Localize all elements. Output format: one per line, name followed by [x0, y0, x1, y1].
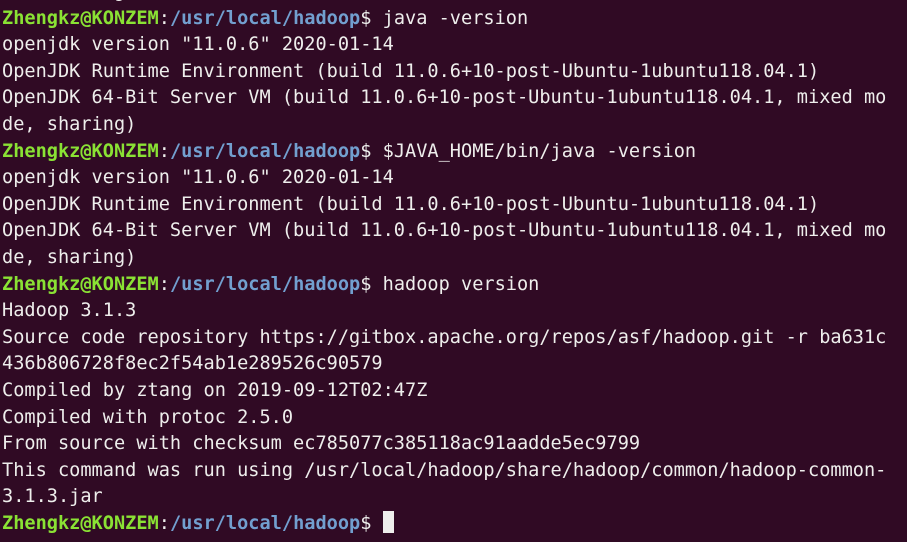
- command-text: $JAVA_HOME/bin/java -version: [382, 140, 697, 162]
- command-text: hadoop version: [382, 273, 540, 295]
- prompt-user-host: Zhengkz@KONZEM: [2, 273, 159, 295]
- output-text: From source with checksum ec785077c38511…: [2, 433, 641, 455]
- output-line: 3.1.3.jar: [2, 484, 907, 511]
- output-line: OpenJDK 64-Bit Server VM (build 11.0.6+1…: [2, 218, 907, 245]
- output-text: OpenJDK 64-Bit Server VM (build 11.0.6+1…: [2, 87, 887, 109]
- output-text: openjdk version "11.0.6" 2020-01-14: [2, 167, 394, 189]
- output-line: openjdk version "11.0.6" 2020-01-14: [2, 165, 907, 192]
- prompt-separator: :: [158, 140, 170, 162]
- prompt-symbol: $: [360, 512, 383, 534]
- prompt-separator: :: [158, 273, 170, 295]
- cursor[interactable]: [382, 510, 394, 533]
- prompt-separator: :: [158, 7, 170, 29]
- prompt-user-host: Zhengkz@KONZEM: [2, 512, 159, 534]
- output-line: OpenJDK Runtime Environment (build 11.0.…: [2, 192, 907, 219]
- prompt-separator: :: [158, 512, 170, 534]
- output-line: openjdk version "11.0.6" 2020-01-14: [2, 32, 907, 59]
- prompt-path: /usr/local/hadoop: [169, 7, 361, 29]
- output-text: Compiled with protoc 2.5.0: [2, 406, 294, 428]
- output-line: This command was run using /usr/local/ha…: [2, 458, 907, 485]
- output-text: openjdk version "11.0.6" 2020-01-14: [2, 34, 394, 56]
- output-text: OpenJDK 64-Bit Server VM (build 11.0.6+1…: [2, 220, 887, 242]
- output-line: de, sharing): [2, 112, 907, 139]
- output-line: Source code repository https://gitbox.ap…: [2, 325, 907, 352]
- prompt-path: /usr/local/hadoop: [169, 273, 361, 295]
- output-line: From source with checksum ec785077c38511…: [2, 431, 907, 458]
- prompt-user-host: Zhengkz@KONZEM: [2, 7, 159, 29]
- output-text: Hadoop 3.1.3: [2, 300, 137, 322]
- output-line: Compiled with protoc 2.5.0: [2, 405, 907, 432]
- output-line: 436b806728f8ec2f54ab1e289526c90579: [2, 351, 907, 378]
- prompt-symbol: $: [360, 273, 383, 295]
- output-text: OpenJDK Runtime Environment (build 11.0.…: [2, 60, 820, 82]
- prompt-symbol: $: [360, 140, 383, 162]
- output-line: Hadoop 3.1.3: [2, 298, 907, 325]
- output-text: 3.1.3.jar: [2, 486, 103, 508]
- output-text: Source code repository https://gitbox.ap…: [2, 326, 887, 348]
- output-line: Compiled by ztang on 2019-09-12T02:47Z: [2, 378, 907, 405]
- prompt-path: /usr/local/hadoop: [169, 140, 361, 162]
- output-text: de, sharing): [2, 246, 137, 268]
- output-text: OpenJDK Runtime Environment (build 11.0.…: [2, 193, 820, 215]
- output-line: de, sharing): [2, 245, 907, 272]
- output-text: 436b806728f8ec2f54ab1e289526c90579: [2, 353, 383, 375]
- prompt-line: Zhengkz@KONZEM:/usr/local/hadoop$ hadoop…: [2, 272, 907, 299]
- output-text: This command was run using /usr/local/ha…: [2, 459, 887, 481]
- output-line: OpenJDK Runtime Environment (build 11.0.…: [2, 59, 907, 86]
- output-text: de, sharing): [2, 0, 136, 2]
- output-line: OpenJDK 64-Bit Server VM (build 11.0.6+1…: [2, 85, 907, 112]
- prompt-line: Zhengkz@KONZEM:/usr/local/hadoop$: [2, 510, 907, 538]
- prompt-path: /usr/local/hadoop: [169, 512, 361, 534]
- output-text: Compiled by ztang on 2019-09-12T02:47Z: [2, 379, 428, 401]
- prompt-line: Zhengkz@KONZEM:/usr/local/hadoop$ java -…: [2, 6, 907, 33]
- terminal-window[interactable]: de, sharing)Zhengkz@KONZEM:/usr/local/ha…: [2, 0, 907, 537]
- prompt-symbol: $: [360, 7, 383, 29]
- prompt-line: Zhengkz@KONZEM:/usr/local/hadoop$ $JAVA_…: [2, 139, 907, 166]
- command-text: java -version: [382, 7, 529, 29]
- output-text: de, sharing): [2, 113, 137, 135]
- prompt-user-host: Zhengkz@KONZEM: [2, 140, 159, 162]
